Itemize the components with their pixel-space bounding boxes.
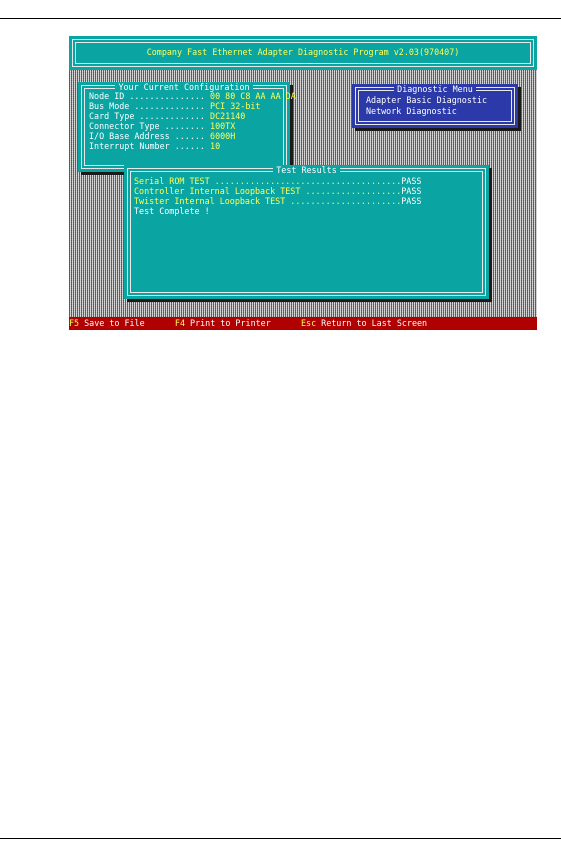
diagnostic-menu-title: Diagnostic Menu	[394, 84, 476, 94]
diagnostic-screen: Company Fast Ethernet Adapter Diagnostic…	[69, 36, 537, 330]
menu-item-adapter-basic-diagnostic[interactable]: Adapter Basic Diagnostic	[366, 95, 487, 105]
config-row-connector-type: Connector Type ........ 100TX	[89, 121, 236, 131]
f4-print-to-printer[interactable]: F4 Print to Printer	[175, 318, 271, 328]
status-badge: PASS	[401, 196, 422, 206]
page-top-rule	[0, 18, 561, 19]
config-row-interrupt: Interrupt Number ...... 10	[89, 141, 221, 151]
status-badge: PASS	[401, 176, 422, 186]
config-row-card-type: Card Type ............. DC21140	[89, 111, 246, 121]
test-results-title: Test Results	[273, 165, 340, 175]
f5-save-to-file[interactable]: F5 Save to File	[69, 318, 145, 328]
title-bar: Company Fast Ethernet Adapter Diagnostic…	[69, 36, 537, 70]
program-title: Company Fast Ethernet Adapter Diagnostic…	[146, 47, 460, 57]
function-key-bar: F5 Save to File F4 Print to Printer Esc …	[69, 317, 537, 330]
test-results-panel: Test Results Serial ROM TEST ...........…	[124, 165, 489, 299]
result-row-twister-loopback: Twister Internal Loopback TEST .........…	[134, 196, 422, 206]
menu-item-network-diagnostic[interactable]: Network Diagnostic	[366, 106, 457, 116]
config-row-bus-mode: Bus Mode .............. PCI 32-bit	[89, 101, 261, 111]
page-bottom-rule	[0, 838, 561, 839]
configuration-panel: Your Current Configuration Node ID .....…	[78, 82, 296, 172]
result-row-controller-loopback: Controller Internal Loopback TEST ......…	[134, 186, 422, 196]
config-row-node-id: Node ID ............... 00 80 C8 AA AA D…	[89, 91, 296, 101]
config-row-io-base: I/O Base Address ...... 6000H	[89, 131, 236, 141]
status-badge: PASS	[401, 186, 422, 196]
diagnostic-menu: Diagnostic Menu Adapter Basic Diagnostic…	[352, 84, 518, 128]
result-row-serial-rom: Serial ROM TEST ........................…	[134, 176, 422, 186]
test-complete-message: Test Complete !	[134, 206, 210, 216]
esc-return-to-last-screen[interactable]: Esc Return to Last Screen	[301, 318, 427, 328]
